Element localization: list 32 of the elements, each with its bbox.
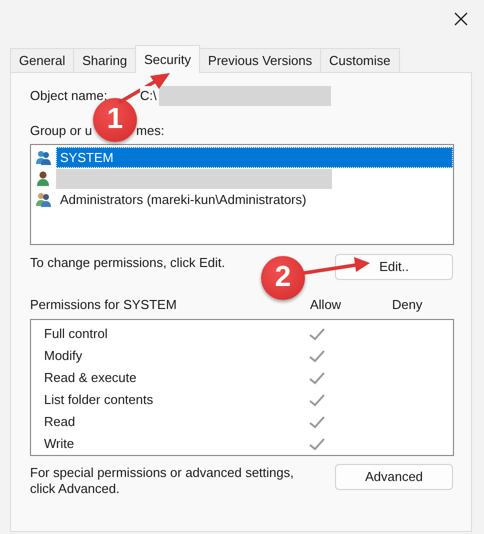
permission-name: Read & execute [43,369,138,388]
close-icon [454,12,468,26]
allow-check-icon[interactable] [307,348,327,364]
column-header: Allow [310,296,342,314]
tab[interactable]: Security [135,45,200,73]
annotation-arrow [302,255,372,277]
allow-check-icon[interactable] [307,370,327,386]
advanced-button[interactable]: Advanced [335,464,453,490]
users-listbox[interactable]: SYSTEM Administrators (mareki-kun\Administrators) [30,144,454,245]
user-list-item[interactable]: SYSTEM [56,147,453,168]
user-list-item[interactable]: Administrators (mareki-kun\Administrators) [56,189,310,210]
permission-name: Modify [43,347,84,366]
permission-name: Write [43,435,76,454]
group-icon [35,191,52,208]
edit-button[interactable]: Edit.. [335,254,453,280]
allow-check-icon[interactable] [307,414,327,430]
group-label: mes: [136,122,164,140]
group-icon [35,149,52,166]
permissions-title: Permissions for SYSTEM [30,296,178,314]
tab[interactable]: Customise [320,48,400,72]
permission-name: Read [43,413,76,432]
group-label: Group or u [30,122,92,140]
allow-check-icon[interactable] [307,392,327,408]
advanced-hint: For special permissions or advanced settings, click Advanced. [30,465,295,497]
allow-check-icon[interactable] [307,326,327,342]
column-header: Deny [392,296,422,314]
permission-name: List folder contents [43,391,154,410]
allow-check-icon[interactable] [307,436,327,452]
user-icon [35,170,52,187]
edit-hint: To change permissions, click Edit. [30,254,226,272]
permission-name: Full control [43,325,109,344]
tab[interactable]: General [10,48,74,72]
